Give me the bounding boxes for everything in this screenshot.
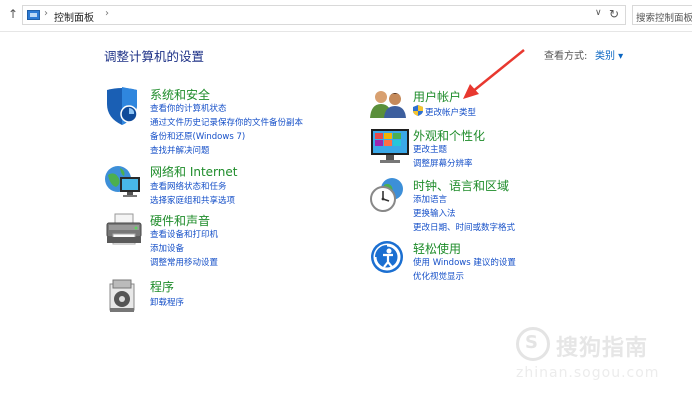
watermark-url: zhinan.sogou.com	[516, 365, 660, 381]
watermark-logo-icon: S	[516, 327, 550, 361]
watermark-text: 搜狗指南	[556, 336, 649, 361]
